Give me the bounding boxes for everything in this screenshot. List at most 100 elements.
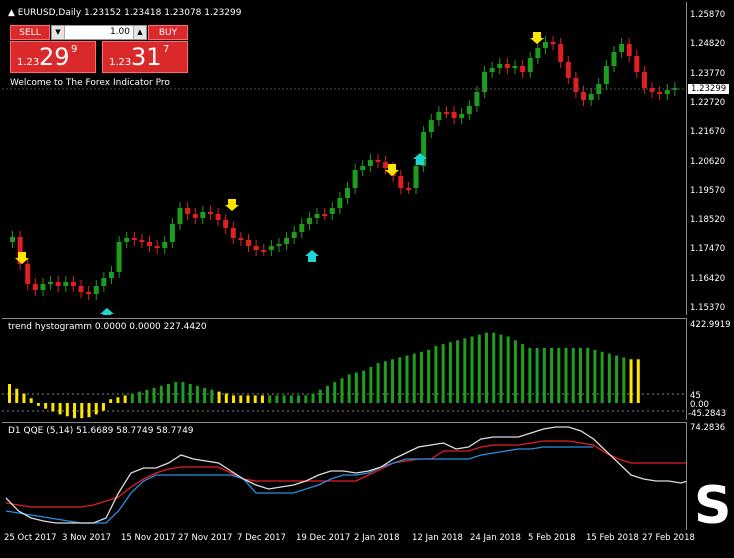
histogram-bar <box>275 395 279 403</box>
lot-size-input[interactable]: ▼ 1.00 ▲ <box>51 25 147 40</box>
candle-body <box>108 272 114 278</box>
histogram-bar <box>434 346 438 403</box>
histogram-bar <box>15 388 19 403</box>
sell-price-prefix: 1.23 <box>17 57 40 68</box>
histogram-bar <box>391 359 395 403</box>
price-axis-label: 1.24820 <box>690 39 726 50</box>
candle-body <box>25 264 31 284</box>
buy-button[interactable]: BUY <box>148 25 188 40</box>
candle-body <box>185 208 191 214</box>
price-axis-label: 1.16420 <box>690 273 726 284</box>
candle-body <box>611 52 617 66</box>
sell-price-pips: 29 <box>39 43 70 71</box>
candle-body <box>542 42 548 48</box>
histogram-bar <box>550 347 554 403</box>
candle-body <box>162 242 168 248</box>
chevron-up-icon: ▲ <box>137 28 143 36</box>
candle-body <box>86 292 92 294</box>
histogram-bar <box>318 389 322 403</box>
candle-body <box>230 228 236 238</box>
trend-histogram-panel[interactable] <box>2 318 687 420</box>
histogram-bar <box>217 391 221 403</box>
histogram-bar <box>600 351 604 403</box>
histogram-bar <box>116 397 120 403</box>
histogram-bar <box>94 403 98 415</box>
price-axis-label: 1.15370 <box>690 303 726 313</box>
histogram-bar <box>239 395 243 403</box>
candle-body <box>329 208 335 214</box>
candle-body <box>352 170 358 188</box>
histogram-bar <box>224 393 228 403</box>
histogram-bar <box>369 366 373 403</box>
candle-body <box>306 218 312 224</box>
histogram-bar <box>485 332 488 403</box>
histogram-bar <box>188 384 192 403</box>
histogram-bar <box>8 384 11 403</box>
histogram-bar <box>145 389 149 403</box>
histogram-bar <box>340 378 344 403</box>
histogram-bar <box>159 385 163 403</box>
price-axis-label: 1.23770 <box>690 68 726 79</box>
histogram-bar <box>138 391 142 403</box>
buy-signal-arrow-icon <box>305 250 319 262</box>
candle-body <box>626 44 632 56</box>
buy-signal-arrow-icon <box>100 308 114 315</box>
qqe-chart[interactable] <box>2 423 686 530</box>
histogram-bar <box>22 393 26 403</box>
candle-body <box>581 92 587 100</box>
histogram-bar <box>354 372 358 403</box>
histogram-max-label: 422.9919 <box>690 320 731 330</box>
price-axis-label: 1.19570 <box>690 185 726 196</box>
histogram-bar <box>542 347 546 403</box>
histogram-bar <box>44 403 48 409</box>
sell-button[interactable]: SELL <box>10 25 50 40</box>
histogram-bar <box>456 340 460 403</box>
candle-body <box>497 64 503 68</box>
histogram-bar <box>282 395 286 403</box>
lot-decrease-button[interactable]: ▼ <box>52 26 65 39</box>
buy-price-pips: 31 <box>131 43 162 71</box>
sell-price-button[interactable]: 1.23 29 9 <box>10 41 96 73</box>
histogram-bar <box>405 355 409 403</box>
candle-body <box>512 66 518 68</box>
histogram-bar <box>152 387 156 403</box>
histogram-bar <box>174 382 178 403</box>
candle-body <box>337 198 343 208</box>
histogram-bar <box>210 389 214 403</box>
trend-histogram-chart[interactable] <box>2 319 686 420</box>
histogram-bar <box>564 347 568 403</box>
histogram-bar <box>109 399 113 403</box>
histogram-bar <box>297 395 301 403</box>
histogram-bar <box>607 353 611 403</box>
qqe-blue-line <box>5 446 594 524</box>
candle-body <box>246 240 252 246</box>
candle-body <box>367 160 373 166</box>
date-axis-label: 27 Feb 2018 <box>642 533 695 543</box>
histogram-bar <box>181 382 185 403</box>
candle-body <box>459 114 465 118</box>
candle-body <box>284 238 290 244</box>
buy-price-button[interactable]: 1.23 31 7 <box>102 41 188 73</box>
candle-body <box>322 214 328 216</box>
histogram-bar <box>448 342 452 403</box>
histogram-bar <box>260 395 264 403</box>
candle-body <box>10 237 15 242</box>
candle-body <box>619 44 625 52</box>
candle-body <box>101 278 107 286</box>
candle-body <box>398 176 404 188</box>
histogram-bar <box>232 395 236 403</box>
lot-increase-button[interactable]: ▲ <box>133 26 146 39</box>
candle-body <box>436 112 442 120</box>
candle-body <box>291 232 297 238</box>
histogram-bar <box>571 347 575 403</box>
date-axis-label: 12 Jan 2018 <box>412 533 463 543</box>
candle-body <box>40 284 46 290</box>
candle-body <box>55 282 61 286</box>
histogram-bar <box>333 382 337 403</box>
date-axis-label: 25 Oct 2017 <box>4 533 57 543</box>
lot-value[interactable]: 1.00 <box>110 26 130 39</box>
candle-body <box>345 188 350 198</box>
qqe-indicator-panel[interactable] <box>2 422 687 530</box>
chevron-down-icon: ▼ <box>55 28 61 36</box>
histogram-bar <box>36 403 40 406</box>
